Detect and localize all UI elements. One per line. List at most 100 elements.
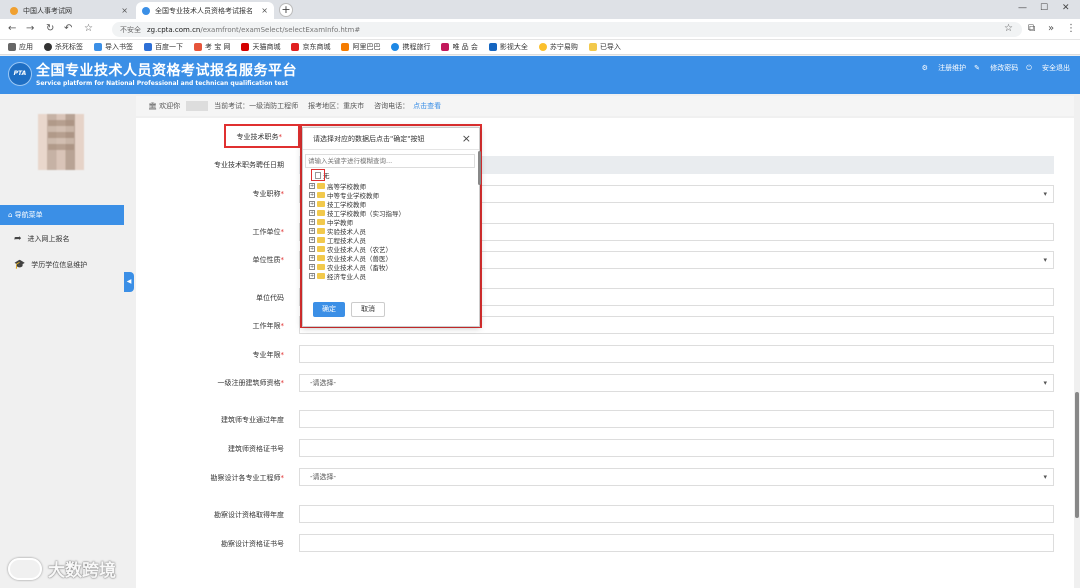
bookmark-item[interactable]: 唯 品 会 bbox=[441, 42, 478, 52]
reload-icon[interactable]: ↻ bbox=[46, 23, 54, 34]
cancel-button[interactable]: 取消 bbox=[351, 302, 385, 317]
dialog-search-input[interactable]: 请输入关键字进行模糊查询... bbox=[305, 154, 475, 168]
phone-link[interactable]: 点击查看 bbox=[413, 101, 441, 111]
scrollbar-thumb[interactable] bbox=[1075, 392, 1079, 518]
phone-label: 咨询电话： bbox=[374, 102, 410, 110]
app-header: PTA 全国专业技术人员资格考试报名服务平台 Service platform … bbox=[0, 56, 1080, 94]
nav-title: ⌂ 导航菜单 bbox=[0, 205, 124, 225]
current-exam: 当前考试：一级消防工程师 bbox=[214, 102, 299, 110]
bookmark-item[interactable]: 杀死标签 bbox=[44, 42, 83, 52]
bookmark-item[interactable]: 应用 bbox=[8, 42, 33, 52]
survey-year-field[interactable] bbox=[299, 505, 1054, 523]
bookmark-star-icon[interactable]: ☆ bbox=[1004, 23, 1013, 34]
expand-icon[interactable]: + bbox=[309, 264, 315, 270]
forward-icon[interactable]: → bbox=[26, 23, 34, 34]
label-survey-year: 勘察设计资格取得年度 bbox=[214, 511, 284, 519]
expand-icon[interactable]: + bbox=[309, 273, 315, 279]
graduation-cap-icon: 🎓 bbox=[14, 260, 26, 270]
vip-icon bbox=[441, 43, 450, 51]
site-favicon-icon bbox=[142, 6, 150, 15]
minimize-icon[interactable]: — bbox=[1018, 3, 1027, 13]
sidebar-item-online-registration[interactable]: ➦ 进入网上报名 bbox=[14, 234, 70, 244]
folder-icon bbox=[317, 210, 325, 216]
more-icon[interactable]: » bbox=[1048, 23, 1054, 34]
survey-cert-field[interactable] bbox=[299, 534, 1054, 552]
sidebar-item-education-info[interactable]: 🎓 学历学位信息维护 bbox=[14, 260, 87, 270]
tree-node[interactable]: + 中等专业学校教师 bbox=[309, 191, 379, 200]
dialog-scrollbar[interactable] bbox=[478, 151, 481, 185]
bookmark-item[interactable]: 考 宝 网 bbox=[194, 42, 230, 52]
security-label: 不安全 bbox=[120, 25, 141, 34]
bookmark-item[interactable]: 天猫商城 bbox=[241, 42, 280, 52]
confirm-button[interactable]: 确定 bbox=[313, 302, 345, 317]
tree-node[interactable]: + 农业技术人员（农艺） bbox=[309, 245, 392, 254]
folder-icon bbox=[317, 183, 325, 189]
tree-node[interactable]: + 高等学校教师 bbox=[309, 182, 366, 191]
prof-years-field[interactable] bbox=[299, 345, 1054, 363]
star-icon[interactable]: ☆ bbox=[84, 23, 93, 34]
browser-tab-0[interactable]: 中国人事考试网 × bbox=[4, 2, 134, 19]
logout-link[interactable]: ⏻ 安全退出 bbox=[1026, 63, 1070, 73]
sidebar-collapse-icon[interactable]: ◀ bbox=[124, 272, 134, 292]
expand-icon[interactable]: + bbox=[309, 228, 315, 234]
page-scrollbar[interactable] bbox=[1074, 96, 1080, 588]
bookmark-item[interactable]: 阿里巴巴 bbox=[341, 42, 380, 52]
info-bar: 🏛 欢迎你 当前考试：一级消防工程师 报考地区：重庆市 咨询电话： 点击查看 bbox=[136, 96, 1080, 116]
tab-title: 中国人事考试网 bbox=[23, 6, 72, 15]
folder-icon bbox=[588, 43, 597, 51]
bookmark-item[interactable]: 导入书签 bbox=[94, 42, 133, 52]
tab-title: 全国专业技术人员资格考试报名 bbox=[155, 6, 253, 15]
menu-icon[interactable]: ⋮ bbox=[1066, 23, 1076, 34]
watermark: 大数跨境 bbox=[8, 556, 116, 581]
bookmark-item[interactable]: 影视大全 bbox=[488, 42, 528, 52]
expand-icon[interactable]: + bbox=[309, 246, 315, 252]
header-links: ⚙ 注册维护 ✎ 修改密码 ⏻ 安全退出 bbox=[914, 63, 1070, 73]
expand-icon[interactable]: + bbox=[309, 192, 315, 198]
expand-icon[interactable]: + bbox=[309, 210, 315, 216]
site-favicon-icon bbox=[10, 6, 18, 15]
tree-node[interactable]: + 技工学校教师（实习指导） bbox=[309, 209, 405, 218]
bookmark-item[interactable]: 携程旅行 bbox=[391, 42, 430, 52]
tree-node[interactable]: + 农业技术人员（畜牧） bbox=[309, 263, 392, 272]
survey-select[interactable]: -请选择- bbox=[299, 468, 1054, 486]
register-maintain-link[interactable]: ⚙ 注册维护 bbox=[922, 63, 967, 73]
expand-icon[interactable]: + bbox=[309, 255, 315, 261]
new-tab-button[interactable]: + bbox=[279, 3, 293, 17]
extension-icon[interactable]: ⧉ bbox=[1028, 23, 1035, 34]
tab-close-icon[interactable]: × bbox=[261, 6, 268, 15]
tree-node[interactable]: + 经济专业人员 bbox=[309, 272, 366, 281]
architect-select[interactable]: -请选择- bbox=[299, 374, 1054, 392]
expand-icon[interactable]: + bbox=[309, 219, 315, 225]
bookmark-item[interactable]: 已导入 bbox=[588, 42, 621, 52]
label-architect: 一级注册建筑师资格* bbox=[217, 379, 285, 387]
bookmark-item[interactable]: 京东商城 bbox=[291, 42, 330, 52]
arch-cert-field[interactable] bbox=[299, 439, 1054, 457]
back-icon[interactable]: ← bbox=[8, 23, 16, 34]
tree-node[interactable]: + 技工学校教师 bbox=[309, 200, 366, 209]
video-icon bbox=[488, 43, 497, 51]
bookmark-item[interactable]: 苏宁易购 bbox=[538, 42, 578, 52]
tree-node[interactable]: + 中学教师 bbox=[309, 218, 353, 227]
folder-icon bbox=[317, 192, 325, 198]
expand-icon[interactable]: + bbox=[309, 183, 315, 189]
browser-tabbar: 中国人事考试网 × 全国专业技术人员资格考试报名 × + — ☐ ✕ bbox=[0, 0, 1080, 19]
expand-icon[interactable]: + bbox=[309, 237, 315, 243]
tree-node[interactable]: + 工程技术人员 bbox=[309, 236, 366, 245]
maximize-icon[interactable]: ☐ bbox=[1040, 3, 1048, 13]
bookmark-item[interactable]: 百度一下 bbox=[144, 42, 183, 52]
dialog-title: 请选择对应的数据后点击"确定"按钮 bbox=[303, 128, 479, 150]
window-close-icon[interactable]: ✕ bbox=[1062, 3, 1070, 13]
bookmark-icon bbox=[44, 43, 52, 51]
dialog-close-icon[interactable]: × bbox=[462, 132, 471, 145]
arch-year-field[interactable] bbox=[299, 410, 1054, 428]
browser-tab-1[interactable]: 全国专业技术人员资格考试报名 × bbox=[136, 2, 274, 19]
expand-icon[interactable]: + bbox=[309, 201, 315, 207]
tree-node[interactable]: + 实验技术人员 bbox=[309, 227, 366, 236]
tab-close-icon[interactable]: × bbox=[121, 6, 128, 15]
folder-icon bbox=[317, 237, 325, 243]
url-field[interactable]: 不安全 zg.cpta.com.cn /examfront/examSelect… bbox=[112, 22, 1022, 37]
tree-node[interactable]: + 农业技术人员（兽医） bbox=[309, 254, 392, 263]
change-password-link[interactable]: ✎ 修改密码 bbox=[974, 63, 1018, 73]
tmall-icon bbox=[241, 43, 250, 51]
undo-icon[interactable]: ↶ bbox=[64, 23, 72, 34]
